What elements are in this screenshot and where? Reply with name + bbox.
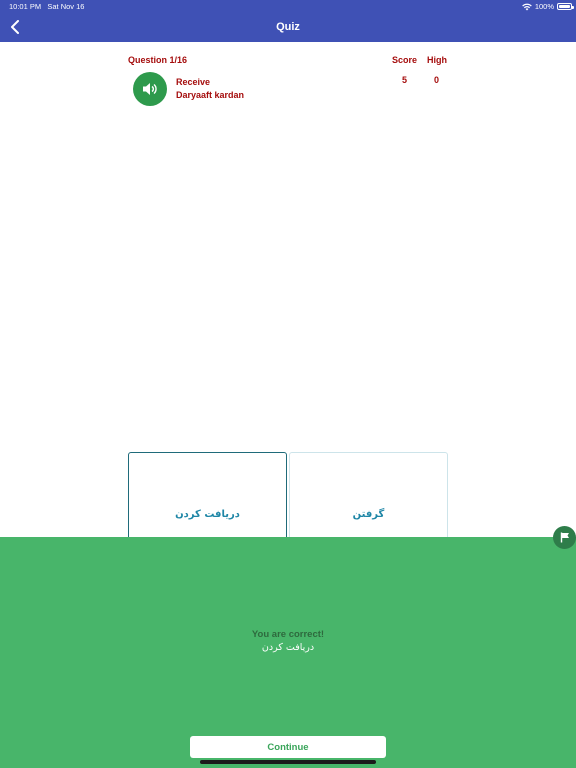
wifi-icon	[522, 3, 532, 10]
continue-button[interactable]: Continue	[190, 736, 386, 758]
answer-option-label: گرفتن	[352, 509, 385, 520]
score-label: Score	[392, 55, 418, 65]
status-time: 10:01 PM Sat Nov 16	[9, 2, 85, 11]
quiz-screen: 10:01 PM Sat Nov 16 100% Quiz Question 1…	[0, 0, 576, 768]
feedback-answer: دریافت کردن	[261, 642, 315, 653]
high-score-label: High	[427, 55, 447, 65]
battery-percent: 100%	[534, 2, 554, 11]
play-audio-button[interactable]	[133, 72, 167, 106]
feedback-panel: You are correct! دریافت کردن Continue	[0, 537, 576, 768]
report-button[interactable]	[553, 526, 576, 549]
nav-bar: 10:01 PM Sat Nov 16 100% Quiz	[0, 0, 576, 42]
continue-label: Continue	[267, 741, 309, 753]
battery-icon	[557, 3, 574, 10]
status-indicators: 100%	[522, 2, 554, 11]
home-indicator	[200, 760, 376, 764]
flag-icon	[560, 532, 569, 543]
answer-option-label: دریافت کردن	[175, 509, 240, 520]
question-word: Receive	[176, 77, 211, 87]
page-title: Quiz	[276, 21, 300, 33]
question-transliteration: Daryaaft kardan	[176, 90, 245, 100]
feedback-message: You are correct!	[251, 629, 325, 640]
speaker-icon	[143, 83, 157, 95]
high-score-value: 0	[434, 75, 440, 85]
score-value: 5	[402, 75, 408, 85]
question-counter: Question 1/16	[128, 55, 188, 65]
